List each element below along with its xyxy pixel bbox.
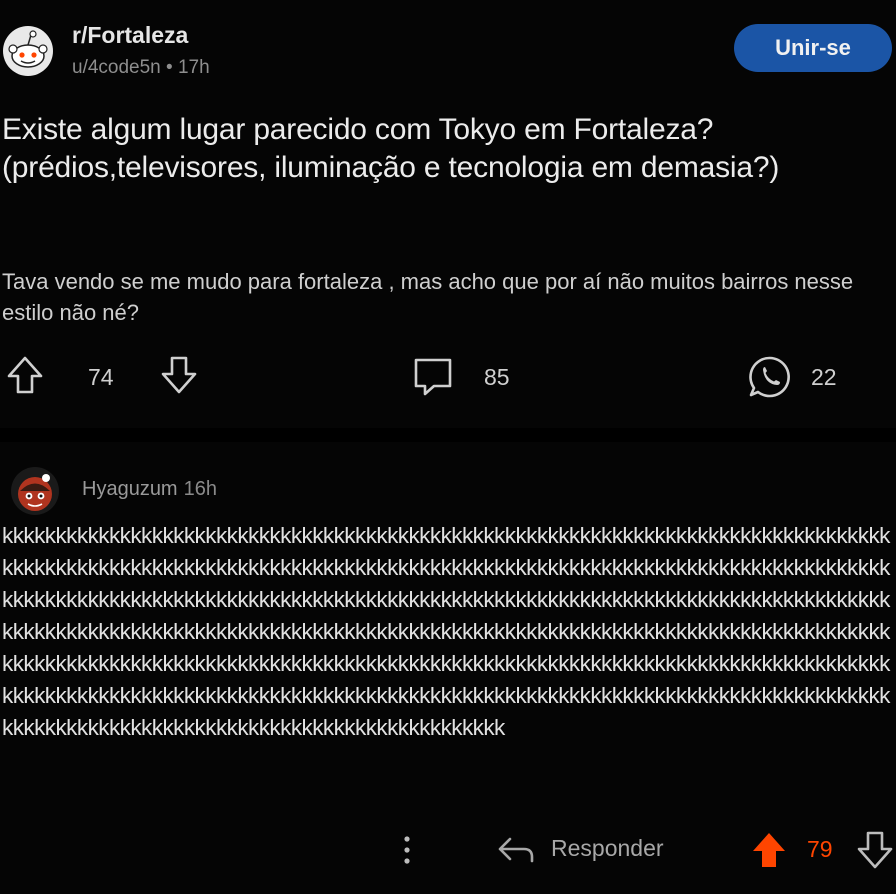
- comment-author[interactable]: Hyaguzum: [82, 478, 178, 500]
- post-author[interactable]: u/4code5n: [72, 57, 161, 78]
- commenter-avatar[interactable]: [8, 464, 62, 518]
- whatsapp-share-icon[interactable]: [748, 355, 792, 399]
- comment-action-bar: Responder 79: [0, 825, 896, 875]
- subreddit-name[interactable]: r/Fortaleza: [72, 22, 188, 49]
- reply-button[interactable]: Responder: [551, 835, 664, 862]
- upvote-count: 74: [88, 364, 114, 390]
- comment-meta: Hyaguzum 16h: [82, 478, 217, 501]
- comment-age: 16h: [183, 478, 217, 500]
- comment-downvote-icon[interactable]: [857, 831, 893, 869]
- reply-icon[interactable]: [496, 835, 536, 865]
- share-count: 22: [811, 364, 837, 390]
- post-meta: u/4code5n • 17h: [72, 57, 210, 79]
- upvote-filled-icon[interactable]: [751, 831, 787, 869]
- join-button[interactable]: Unir-se: [734, 24, 892, 72]
- downvote-icon[interactable]: [160, 355, 198, 395]
- comment-count: 85: [484, 364, 510, 390]
- post-title: Existe algum lugar parecido com Tokyo em…: [2, 113, 780, 184]
- meta-separator: •: [166, 57, 178, 78]
- comment-icon[interactable]: [412, 356, 454, 398]
- subreddit-avatar[interactable]: [2, 25, 54, 77]
- post-body: Tava vendo se me mudo para fortaleza , m…: [2, 269, 854, 325]
- comment-card: Hyaguzum 16h kkkkkkkkkkkkkkkkkkkkkkkkkkkk…: [0, 442, 896, 894]
- upvote-icon[interactable]: [6, 355, 44, 395]
- section-separator: [0, 428, 896, 442]
- comment-text: kkkkkkkkkkkkkkkkkkkkkkkkkkkkkkkkkkkkkkkk…: [2, 523, 890, 740]
- comment-vote-count: 79: [807, 836, 833, 862]
- post-age: 17h: [177, 57, 210, 78]
- more-options-icon[interactable]: [399, 833, 415, 867]
- post-card: r/Fortaleza u/4code5n • 17h Unir-se Exis…: [0, 0, 896, 428]
- post-action-bar: 74 85 22: [0, 352, 896, 398]
